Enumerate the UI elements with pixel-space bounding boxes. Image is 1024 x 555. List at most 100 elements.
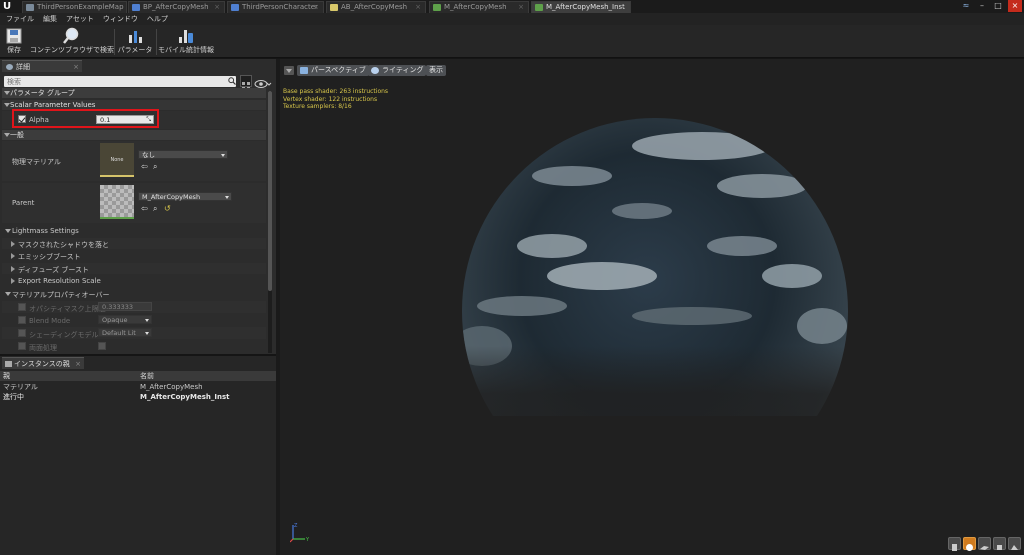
menu-help[interactable]: ヘルプ: [147, 13, 168, 25]
details-scrollbar[interactable]: [268, 91, 272, 353]
export-resolution-row[interactable]: Export Resolution Scale: [2, 275, 266, 286]
details-icon: [6, 64, 13, 70]
details-tab[interactable]: 詳細 ×: [2, 60, 82, 72]
opacity-mask-field[interactable]: 0.333333: [98, 302, 152, 311]
toolbar-separator: [114, 29, 115, 55]
mobile-stats-button[interactable]: モバイル統計情報: [158, 26, 214, 57]
expand-arrow-icon: [5, 229, 11, 233]
menu-edit[interactable]: 編集: [43, 13, 57, 25]
cube-icon: [997, 545, 1002, 550]
chevron-down-icon: [286, 69, 292, 73]
parameters-icon: [129, 31, 142, 43]
lightmass-label: Lightmass Settings: [12, 227, 79, 235]
preview-sphere-button[interactable]: [963, 537, 976, 551]
tab-close-icon[interactable]: ×: [313, 2, 319, 13]
menu-bar: ファイル 編集 アセット ウィンドウ ヘルプ: [0, 13, 1024, 25]
view-options-button[interactable]: [254, 75, 272, 88]
thumbnail-none-label: None: [110, 157, 124, 163]
preview-cube-button[interactable]: [993, 537, 1006, 550]
teapot-icon: [1011, 545, 1018, 550]
table-row[interactable]: 進行中 M_AfterCopyMesh_Inst: [0, 392, 276, 402]
scrollbar-thumb[interactable]: [268, 91, 272, 291]
blend-mode-override-checkbox[interactable]: [18, 316, 26, 324]
table-row[interactable]: マテリアル M_AfterCopyMesh: [0, 382, 276, 392]
preview-custom-mesh-button[interactable]: [1008, 537, 1021, 550]
parent-dropdown[interactable]: M_AfterCopyMesh: [138, 192, 232, 201]
two-sided-override-checkbox[interactable]: [18, 342, 26, 350]
save-icon: [6, 28, 22, 44]
menu-asset[interactable]: アセット: [66, 13, 94, 25]
material-preview-viewport[interactable]: パースペクティブ ライティング 表示 Base pass shader: 263…: [280, 59, 1024, 555]
tab-thirdpersoncharacter[interactable]: ThirdPersonCharacter ×: [227, 1, 324, 13]
scalar-values-label: Scalar Parameter Values: [10, 101, 96, 109]
viewport-options-button[interactable]: [284, 66, 294, 75]
minimize-button[interactable]: –: [976, 0, 988, 12]
emissive-boost-row[interactable]: エミッシブブースト: [2, 250, 266, 261]
instance-parents-tab[interactable]: インスタンスの親 ×: [2, 357, 84, 369]
close-button[interactable]: ×: [1008, 0, 1022, 12]
material-property-override-header[interactable]: マテリアルプロパティオーバー: [2, 288, 266, 299]
tab-close-icon[interactable]: ×: [620, 2, 626, 13]
param-group-header[interactable]: パラメータ グループ: [2, 88, 266, 98]
lighting-button[interactable]: ライティング: [368, 65, 427, 76]
two-sided-label: 両面処理: [29, 344, 57, 352]
shading-model-dropdown[interactable]: Default Lit: [98, 328, 152, 337]
opacity-mask-value: 0.333333: [102, 303, 134, 311]
save-button[interactable]: 保存: [3, 26, 25, 57]
tab-thirdpersonexamplemap[interactable]: ThirdPersonExampleMap: [22, 1, 127, 13]
alpha-highlight-box: [12, 109, 159, 128]
maximize-button[interactable]: □: [992, 0, 1004, 12]
opacity-mask-override-checkbox[interactable]: [18, 303, 26, 311]
material-icon: [433, 4, 441, 11]
parameters-label: パラメータ: [117, 46, 153, 54]
chevron-down-icon: [145, 319, 149, 322]
preview-cylinder-button[interactable]: [948, 537, 961, 551]
phys-material-dropdown[interactable]: なし: [138, 150, 228, 159]
search-input[interactable]: [4, 76, 224, 87]
parameters-button[interactable]: パラメータ: [117, 26, 153, 57]
diffuse-boost-row[interactable]: ディフューズ ブースト: [2, 263, 266, 274]
mobile-stats-label: モバイル統計情報: [158, 46, 214, 54]
tab-ab-aftercopymesh[interactable]: AB_AfterCopyMesh ×: [326, 1, 426, 13]
parent-material-thumbnail[interactable]: [100, 185, 134, 219]
general-category-header[interactable]: 一般: [2, 130, 266, 140]
tab-m-aftercopymesh-inst[interactable]: M_AfterCopyMesh_Inst ×: [531, 1, 631, 13]
tab-bp-aftercopymesh[interactable]: BP_AfterCopyMesh ×: [128, 1, 225, 13]
menu-window[interactable]: ウィンドウ: [103, 13, 138, 25]
grid-view-button[interactable]: [240, 75, 252, 90]
lightmass-header[interactable]: Lightmass Settings: [2, 225, 266, 236]
shading-model-override-checkbox[interactable]: [18, 329, 26, 337]
window-controls: ≈ – □ ×: [960, 0, 1022, 12]
shading-model-row: シェーディングモデル Default Lit: [2, 327, 266, 339]
use-selected-arrow-icon[interactable]: ⇦: [141, 205, 148, 213]
anim-blueprint-icon: [330, 4, 338, 11]
blend-mode-dropdown[interactable]: Opaque: [98, 315, 152, 324]
preview-plane-button[interactable]: [978, 537, 991, 550]
masked-shadow-row[interactable]: マスクされたシャドウを落と: [2, 238, 266, 249]
collapsed-arrow-icon: [11, 266, 15, 272]
browse-icon[interactable]: ⌕: [153, 163, 157, 171]
phys-material-row: 物理マテリアル None なし ⇦ ⌕: [2, 141, 266, 181]
reset-to-default-icon[interactable]: ↺: [164, 205, 171, 213]
tab-close-icon[interactable]: ×: [73, 61, 79, 73]
details-tab-label: 詳細: [16, 63, 30, 71]
menu-file[interactable]: ファイル: [6, 13, 34, 25]
show-button[interactable]: 表示: [426, 65, 446, 76]
two-sided-checkbox[interactable]: [98, 342, 106, 350]
browse-icon[interactable]: ⌕: [153, 205, 157, 213]
tab-close-icon[interactable]: ×: [518, 2, 524, 13]
use-selected-arrow-icon[interactable]: ⇦: [141, 163, 148, 171]
save-label: 保存: [7, 46, 21, 54]
shading-model-label: シェーディングモデル: [29, 331, 99, 339]
masked-shadow-label: マスクされたシャドウを落と: [18, 241, 109, 249]
toolbar-separator: [156, 29, 157, 55]
texture-samplers-stat: Texture samplers: 8/16: [283, 103, 352, 110]
tab-close-icon[interactable]: ×: [415, 2, 421, 13]
tab-close-icon[interactable]: ×: [214, 2, 220, 13]
find-in-content-browser-button[interactable]: コンテンツブラウザで検索: [30, 26, 114, 57]
phys-material-thumbnail[interactable]: None: [100, 143, 134, 177]
search-icon[interactable]: [228, 77, 236, 85]
tab-close-icon[interactable]: ×: [75, 358, 81, 370]
tab-m-aftercopymesh[interactable]: M_AfterCopyMesh ×: [429, 1, 529, 13]
perspective-button[interactable]: パースペクティブ: [297, 65, 369, 76]
